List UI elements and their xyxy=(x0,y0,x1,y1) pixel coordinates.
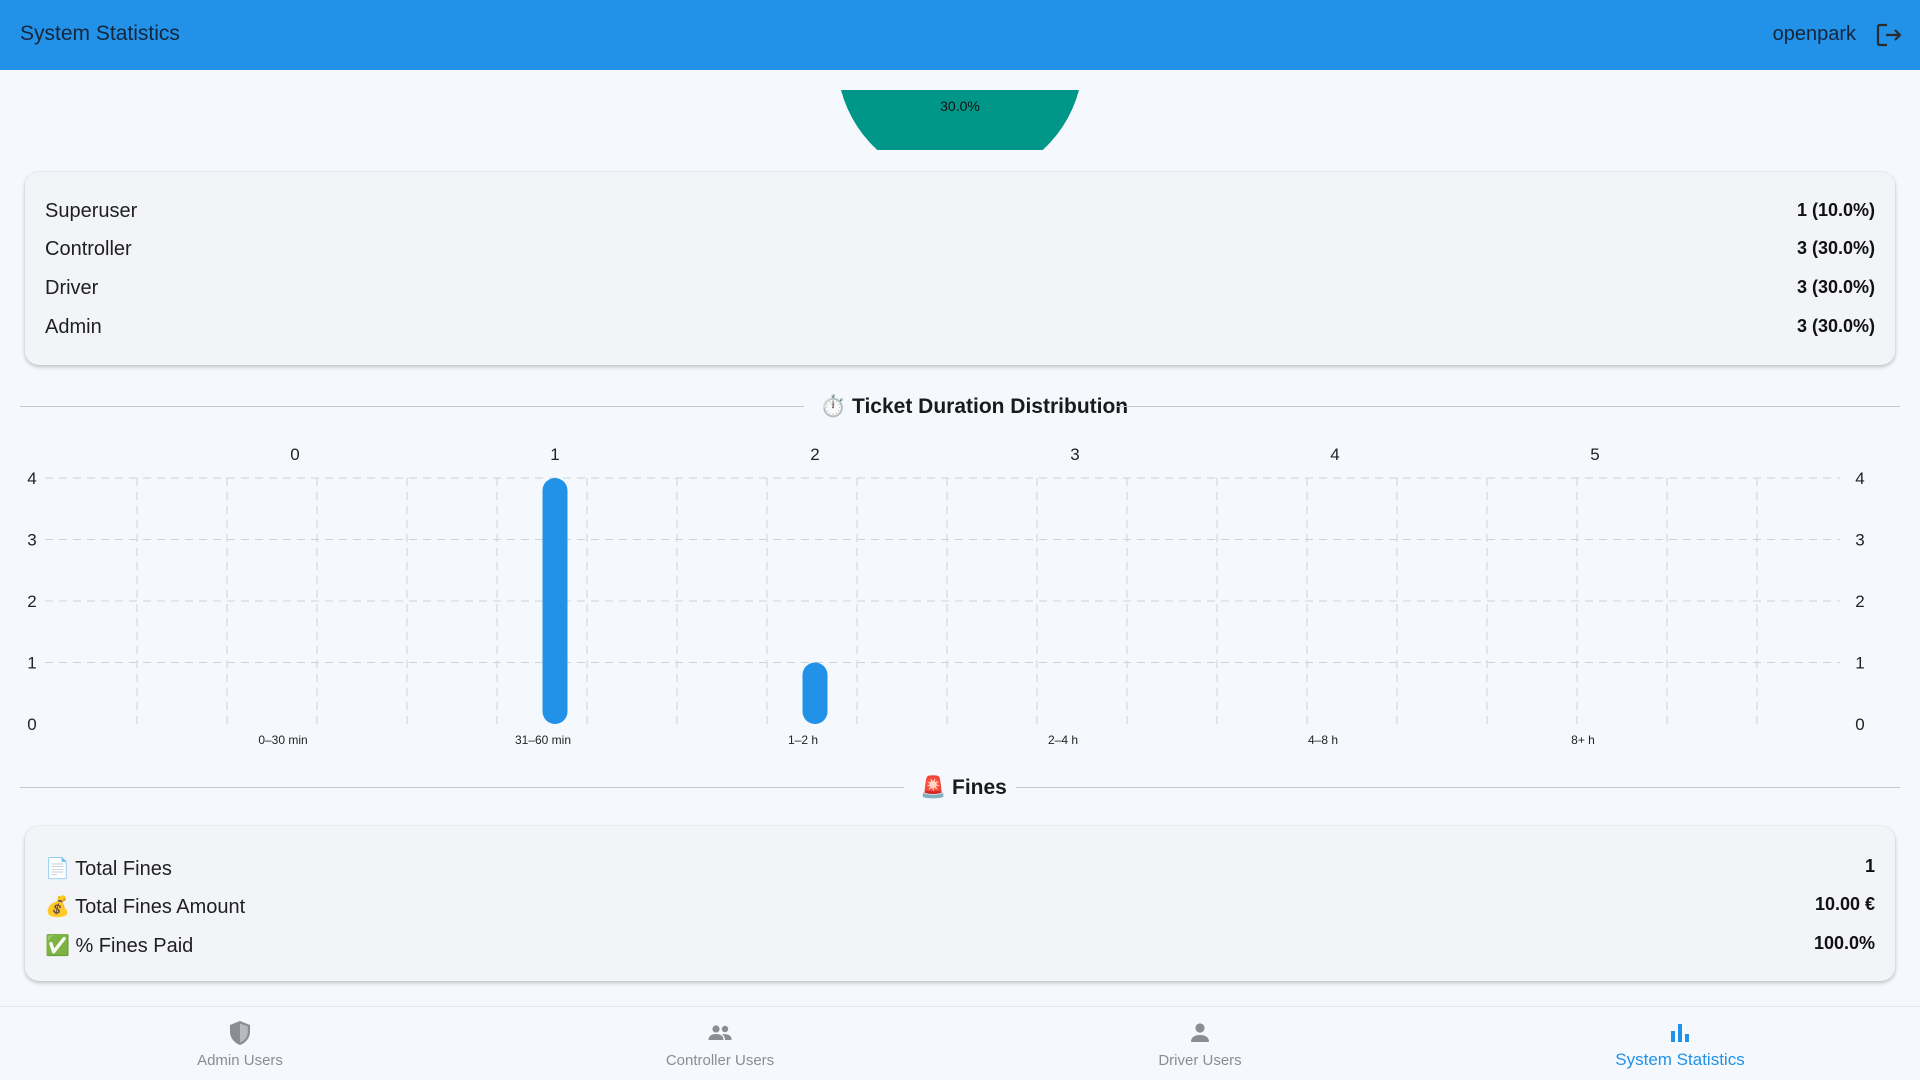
ticket-duration-chart: 0 0 1 1 2 2 3 3 4 4 0 1 2 3 4 5 0–30 min 31–60 min 1–2 h 2–… xyxy=(27,445,1864,747)
shield-icon xyxy=(230,1021,250,1045)
fines-card: 📄 Total Fines 1 💰 Total Fines Amount 10.… xyxy=(25,826,1895,981)
top-tick-label: 0 xyxy=(290,445,299,464)
people-icon xyxy=(708,1025,732,1040)
divider-left xyxy=(20,406,804,407)
bottom-navigation: Admin Users Controller Users Driver User… xyxy=(0,1006,1920,1080)
fines-value: 1 xyxy=(1864,856,1875,876)
x-category-label: 8+ h xyxy=(1571,733,1595,747)
x-category-label: 31–60 min xyxy=(515,733,571,747)
role-value: 3 (30.0%) xyxy=(1796,238,1875,258)
top-tick-label: 3 xyxy=(1070,445,1079,464)
nav-label: System Statistics xyxy=(1615,1050,1745,1069)
y-tick-label-left: 0 xyxy=(27,715,36,734)
section-title: ⏱️ Ticket Duration Distribution xyxy=(820,394,1128,419)
y-tick-label-left: 4 xyxy=(27,469,36,488)
check-mark-icon: ✅ xyxy=(45,933,70,957)
section-title: 🚨 Fines xyxy=(920,775,1007,800)
siren-icon: 🚨 xyxy=(920,775,947,799)
fines-row-total: 📄 Total Fines 1 xyxy=(45,856,1875,880)
x-category-label: 1–2 h xyxy=(788,733,818,747)
fines-label: 📄 Total Fines xyxy=(45,856,172,881)
divider-right xyxy=(1016,787,1900,788)
nav-driver-users[interactable]: Driver Users xyxy=(960,1007,1440,1080)
fines-row-paid: ✅ % Fines Paid 100.0% xyxy=(45,933,1875,957)
top-tick-label: 1 xyxy=(550,445,559,464)
logout-icon[interactable] xyxy=(1874,20,1904,50)
role-value: 3 (30.0%) xyxy=(1796,316,1875,336)
role-label: Controller xyxy=(45,238,132,260)
y-tick-label-right: 3 xyxy=(1855,531,1864,550)
nav-label: Controller Users xyxy=(665,1052,775,1069)
username-label: openpark xyxy=(1772,23,1856,45)
person-icon xyxy=(1191,1023,1209,1042)
x-category-label: 0–30 min xyxy=(258,733,307,747)
nav-label: Admin Users xyxy=(197,1052,283,1069)
role-row-admin: Admin 3 (30.0%) xyxy=(45,316,1875,340)
y-tick-label-right: 1 xyxy=(1855,654,1864,673)
nav-controller-users[interactable]: Controller Users xyxy=(480,1007,960,1080)
money-bag-icon: 💰 xyxy=(45,894,70,918)
fines-value: 100.0% xyxy=(1813,933,1875,953)
divider-left xyxy=(20,787,904,788)
fines-label-text: Total Fines Amount xyxy=(75,896,246,918)
role-value: 3 (30.0%) xyxy=(1796,277,1875,297)
role-pie-chart: 30.0% xyxy=(837,70,1083,182)
bar-1 xyxy=(542,478,568,724)
fines-value: 10.00 € xyxy=(1814,894,1875,914)
document-icon: 📄 xyxy=(45,856,70,880)
y-tick-label-right: 4 xyxy=(1855,469,1864,488)
role-row-driver: Driver 3 (30.0%) xyxy=(45,277,1875,301)
divider-right xyxy=(1116,406,1900,407)
role-value: 1 (10.0%) xyxy=(1796,200,1875,220)
nav-system-statistics[interactable]: System Statistics xyxy=(1440,1007,1920,1080)
stopwatch-icon: ⏱️ xyxy=(820,394,847,418)
role-stats-card: Superuser 1 (10.0%) Controller 3 (30.0%)… xyxy=(25,172,1895,365)
app-bar: System Statistics openpark xyxy=(0,0,1920,70)
bar-2 xyxy=(802,662,828,724)
role-row-superuser: Superuser 1 (10.0%) xyxy=(45,200,1875,224)
y-tick-label-left: 1 xyxy=(27,654,36,673)
pie-slice-label: 30.0% xyxy=(940,98,980,114)
fines-section-header: 🚨 Fines xyxy=(20,773,1900,803)
fines-label-text: Total Fines xyxy=(75,858,172,880)
fines-label: 💰 Total Fines Amount xyxy=(45,894,245,919)
bar-chart-icon xyxy=(1671,1024,1689,1042)
role-label: Superuser xyxy=(45,200,138,222)
y-tick-label-left: 2 xyxy=(27,592,36,611)
y-tick-label-right: 0 xyxy=(1855,715,1864,734)
x-category-label: 2–4 h xyxy=(1048,733,1078,747)
page-title: System Statistics xyxy=(20,22,180,45)
role-label: Admin xyxy=(45,316,102,338)
role-label: Driver xyxy=(45,277,99,299)
fines-label: ✅ % Fines Paid xyxy=(45,933,193,958)
duration-section-header: ⏱️ Ticket Duration Distribution xyxy=(20,392,1900,422)
top-tick-label: 4 xyxy=(1330,445,1339,464)
y-tick-label-right: 2 xyxy=(1855,592,1864,611)
top-tick-label: 2 xyxy=(810,445,819,464)
top-tick-label: 5 xyxy=(1590,445,1599,464)
x-category-label: 4–8 h xyxy=(1308,733,1338,747)
y-tick-label-left: 3 xyxy=(27,531,36,550)
section-title-text: Fines xyxy=(952,776,1007,799)
role-row-controller: Controller 3 (30.0%) xyxy=(45,238,1875,262)
nav-label: Driver Users xyxy=(1158,1052,1242,1069)
fines-label-text: % Fines Paid xyxy=(75,935,194,957)
section-title-text: Ticket Duration Distribution xyxy=(852,395,1129,418)
nav-admin-users[interactable]: Admin Users xyxy=(0,1007,480,1080)
fines-row-amount: 💰 Total Fines Amount 10.00 € xyxy=(45,894,1875,918)
